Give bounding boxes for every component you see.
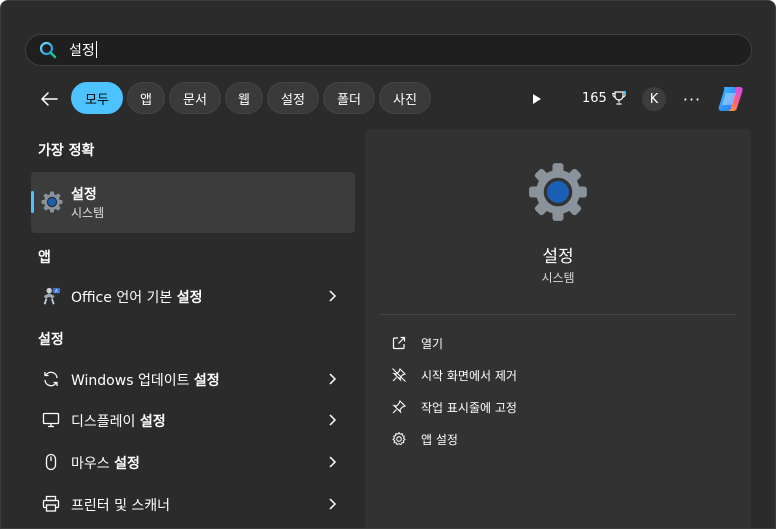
filter-chip-apps[interactable]: 앱 (127, 82, 165, 114)
mouse-icon (45, 453, 57, 471)
settings-app-icon (41, 191, 63, 213)
setting-result-mouse[interactable]: 마우스 설정 (31, 444, 355, 480)
filter-bar: 모두 앱 문서 웹 설정 폴더 사진 165 K ··· (1, 81, 775, 117)
setting-result-windows-update[interactable]: Windows 업데이트 설정 (31, 361, 355, 397)
divider (379, 314, 735, 315)
pin-icon (392, 400, 406, 414)
printer-icon (42, 495, 60, 512)
rewards-points[interactable]: 165 (582, 90, 627, 106)
best-match-subtitle: 시스템 (71, 206, 105, 220)
best-match-result[interactable]: 설정 시스템 (31, 172, 355, 233)
gear-icon (392, 432, 406, 446)
back-button[interactable] (37, 87, 61, 111)
chevron-right-icon[interactable] (325, 372, 339, 386)
result-label: 프린터 및 스캐너 (71, 498, 171, 514)
office-language-icon: A (43, 287, 61, 305)
app-result-office-language[interactable]: A Office 언어 기본 설정 (31, 278, 355, 314)
action-unpin-start[interactable]: 시작 화면에서 제거 (391, 364, 517, 386)
points-value: 165 (582, 90, 607, 106)
chevron-right-icon[interactable] (325, 289, 339, 303)
more-filters-button[interactable] (527, 89, 547, 109)
account-avatar[interactable]: K (642, 87, 666, 111)
result-label: 마우스 설정 (71, 456, 140, 472)
trophy-icon (612, 90, 626, 105)
selection-indicator (31, 191, 34, 213)
filter-chip-folders[interactable]: 폴더 (323, 82, 375, 114)
copilot-icon[interactable] (714, 83, 746, 115)
play-icon (533, 94, 541, 104)
best-match-name: 설정 (71, 187, 97, 203)
filter-chip-web[interactable]: 웹 (225, 82, 263, 114)
setting-result-display[interactable]: 디스플레이 설정 (31, 402, 355, 438)
filter-chip-all[interactable]: 모두 (71, 82, 123, 114)
refresh-icon (44, 371, 58, 387)
start-search-panel: 설정 모두 앱 문서 웹 설정 폴더 사진 165 K ··· 가장 정확 설정… (0, 0, 776, 529)
chevron-right-icon[interactable] (325, 497, 339, 511)
filter-chip-settings[interactable]: 설정 (267, 82, 319, 114)
open-external-icon (392, 336, 406, 350)
chevron-right-icon[interactable] (325, 455, 339, 469)
search-icon (39, 41, 57, 59)
chevron-right-icon[interactable] (325, 413, 339, 427)
settings-app-icon-large (529, 163, 587, 221)
settings-heading: 설정 (38, 332, 64, 348)
search-box[interactable]: 설정 (25, 34, 752, 66)
unpin-icon (392, 368, 406, 382)
setting-result-printers[interactable]: 프린터 및 스캐너 (31, 486, 355, 522)
search-input[interactable]: 설정 (69, 40, 97, 60)
filter-chip-documents[interactable]: 문서 (169, 82, 221, 114)
back-arrow-icon (41, 92, 58, 106)
best-match-heading: 가장 정확 (38, 143, 95, 159)
result-label: Office 언어 기본 설정 (71, 290, 203, 306)
apps-heading: 앱 (38, 250, 51, 266)
result-label: 디스플레이 설정 (71, 414, 166, 430)
more-options-button[interactable]: ··· (681, 87, 703, 111)
detail-title: 설정 (542, 247, 574, 267)
text-caret (95, 41, 97, 58)
monitor-icon (42, 412, 60, 428)
detail-pane: 설정 시스템 열기 시작 화면에서 제거 작업 표시줄에 고정 앱 설정 (365, 129, 751, 528)
action-pin-taskbar[interactable]: 작업 표시줄에 고정 (391, 396, 517, 418)
action-app-settings[interactable]: 앱 설정 (391, 428, 458, 450)
action-open[interactable]: 열기 (391, 332, 443, 354)
result-label: Windows 업데이트 설정 (71, 373, 220, 389)
filter-chip-photos[interactable]: 사진 (379, 82, 431, 114)
detail-subtitle: 시스템 (541, 271, 575, 285)
